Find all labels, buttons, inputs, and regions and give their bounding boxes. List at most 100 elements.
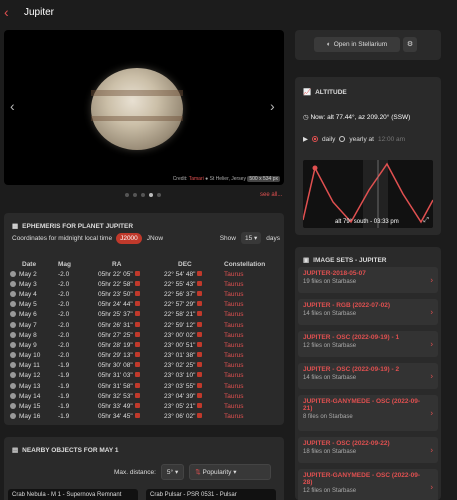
image-set-item[interactable]: JUPITER-GANYMEDE - OSC (2022-09-28) 12 fi… [298,469,438,500]
yearly-time-input[interactable]: 12:00 am [378,136,405,143]
constellation-cell[interactable]: Taurus [224,412,280,422]
nearby-item[interactable]: Crab Pulsar - PSR 0531 - Pulsar [146,489,276,500]
copy-icon[interactable] [134,290,140,296]
constellation-cell-text: Taurus [224,280,244,288]
copy-icon[interactable] [197,413,203,419]
days-select[interactable]: 15 ▾ [240,232,262,244]
prev-arrow-icon[interactable]: ‹ [10,98,15,114]
constellation-cell-text: Taurus [224,352,244,360]
constellation-cell[interactable]: Taurus [224,320,280,330]
constellation-cell[interactable]: Taurus [224,269,280,279]
play-icon[interactable]: ▶ [303,135,308,143]
constellation-cell[interactable]: Taurus [224,289,280,299]
date-cell: May 9 [10,340,58,350]
image-set-name: JUPITER-GANYMEDE - OSC (2022-09-21) [303,398,421,412]
constellation-cell[interactable]: Taurus [224,310,280,320]
copy-icon[interactable] [197,321,203,327]
image-set-item[interactable]: JUPITER - OSC (2022-09-19) - 2 14 files o… [298,363,438,389]
constellation-cell[interactable]: Taurus [224,381,280,391]
constellation-cell-text: Taurus [224,311,244,319]
copy-icon[interactable] [197,352,203,358]
copy-icon[interactable] [197,403,203,409]
copy-icon[interactable] [197,362,203,368]
copy-icon[interactable] [134,362,140,368]
constellation-cell-text: Taurus [224,301,244,309]
sort-select[interactable]: ⇅ Popularity ▾ [189,464,272,480]
copy-icon[interactable] [197,392,203,398]
image-set-item[interactable]: JUPITER - RGB (2022-07-02) 14 files on St… [298,299,438,325]
constellation-cell[interactable]: Taurus [224,340,280,350]
days-value: 15 [244,235,253,242]
yearly-radio[interactable] [339,136,346,142]
mag-cell-text: -2.0 [58,270,70,278]
copy-icon[interactable] [134,392,140,398]
constellation-cell-text: Taurus [224,413,244,421]
carousel-dot[interactable] [157,193,161,197]
dec-cell: 23° 03' 55" [156,381,224,391]
dec-cell: 23° 04' 39" [156,391,224,401]
copy-icon[interactable] [197,331,203,337]
copy-icon[interactable] [134,403,140,409]
carousel-dot[interactable] [149,193,153,197]
jnow-toggle[interactable]: JNow [147,235,163,242]
max-distance-select[interactable]: 5° ▾ [160,464,185,480]
table-row: May 13 -1.9 05hr 31' 58" 23° 03' 55" Taurus [10,381,280,391]
open-stellarium-button[interactable]: ◐ Open in Stellarium [314,37,400,52]
constellation-cell[interactable]: Taurus [224,361,280,371]
constellation-cell[interactable]: Taurus [224,401,280,411]
col-dec: DEC [178,261,192,268]
next-arrow-icon[interactable]: › [270,98,275,114]
daily-radio[interactable] [312,136,318,142]
image-set-files: 8 files on Starbase [303,414,353,420]
moon-phase-icon [10,413,16,420]
copy-icon[interactable] [134,352,140,358]
constellation-cell[interactable]: Taurus [224,330,280,340]
copy-icon[interactable] [197,280,203,286]
constellation-cell[interactable]: Taurus [224,279,280,289]
ra-cell-text: 05hr 26' 31" [98,321,133,329]
gear-icon[interactable]: ⚙ [403,37,417,52]
constellation-cell[interactable]: Taurus [224,351,280,361]
copy-icon[interactable] [134,331,140,337]
image-set-item[interactable]: JUPITER - OSC (2022-09-22) 18 files on St… [298,437,438,463]
copy-icon[interactable] [134,280,140,286]
copy-icon[interactable] [134,413,140,419]
image-set-item[interactable]: JUPITER-2018-05-07 19 files on Starbase › [298,267,438,293]
mag-cell-text: -2.0 [58,311,70,319]
back-icon[interactable]: ‹ [4,5,18,19]
copy-icon[interactable] [197,311,203,317]
image-set-item[interactable]: JUPITER-GANYMEDE - OSC (2022-09-21) 8 fil… [298,395,438,431]
date-cell-text: May 14 [19,392,41,400]
constellation-cell[interactable]: Taurus [224,300,280,310]
image-set-files: 18 files on Starbase [303,449,357,455]
see-all-link[interactable]: see all... [260,192,282,198]
image-set-item[interactable]: JUPITER - OSC (2022-09-19) - 1 12 files o… [298,331,438,357]
constellation-cell[interactable]: Taurus [224,371,280,381]
stellarium-label: Open in Stellarium [333,41,388,48]
credit-name[interactable]: Tamari [189,176,204,182]
table-row: May 5 -2.0 05hr 24' 44" 22° 57' 29" Taurus [10,300,280,310]
ephemeris-table: Date Mag RA DEC Constellation May 2 -2.0 0… [10,260,280,422]
copy-icon[interactable] [134,382,140,388]
carousel-dot[interactable] [141,193,145,197]
copy-icon[interactable] [197,270,203,276]
copy-icon[interactable] [134,301,140,307]
copy-icon[interactable] [197,372,203,378]
copy-icon[interactable] [197,341,203,347]
carousel-dot[interactable] [133,193,137,197]
nearby-item[interactable]: Crab Nebula - M 1 - Supernova Remnant [8,489,138,500]
carousel-dot[interactable] [125,193,129,197]
expand-icon[interactable]: ⤢ [423,217,429,225]
copy-icon[interactable] [197,290,203,296]
constellation-cell[interactable]: Taurus [224,391,280,401]
copy-icon[interactable] [134,311,140,317]
copy-icon[interactable] [134,321,140,327]
copy-icon[interactable] [197,301,203,307]
copy-icon[interactable] [134,341,140,347]
j2000-toggle[interactable]: J2000 [116,232,142,244]
image-carousel[interactable]: ‹ › Credit: Tamari ● St Helier, Jersey 5… [4,30,284,185]
nearby-list: Crab Nebula - M 1 - Supernova Remnant Cr… [8,489,276,500]
copy-icon[interactable] [134,372,140,378]
copy-icon[interactable] [134,270,140,276]
copy-icon[interactable] [197,382,203,388]
